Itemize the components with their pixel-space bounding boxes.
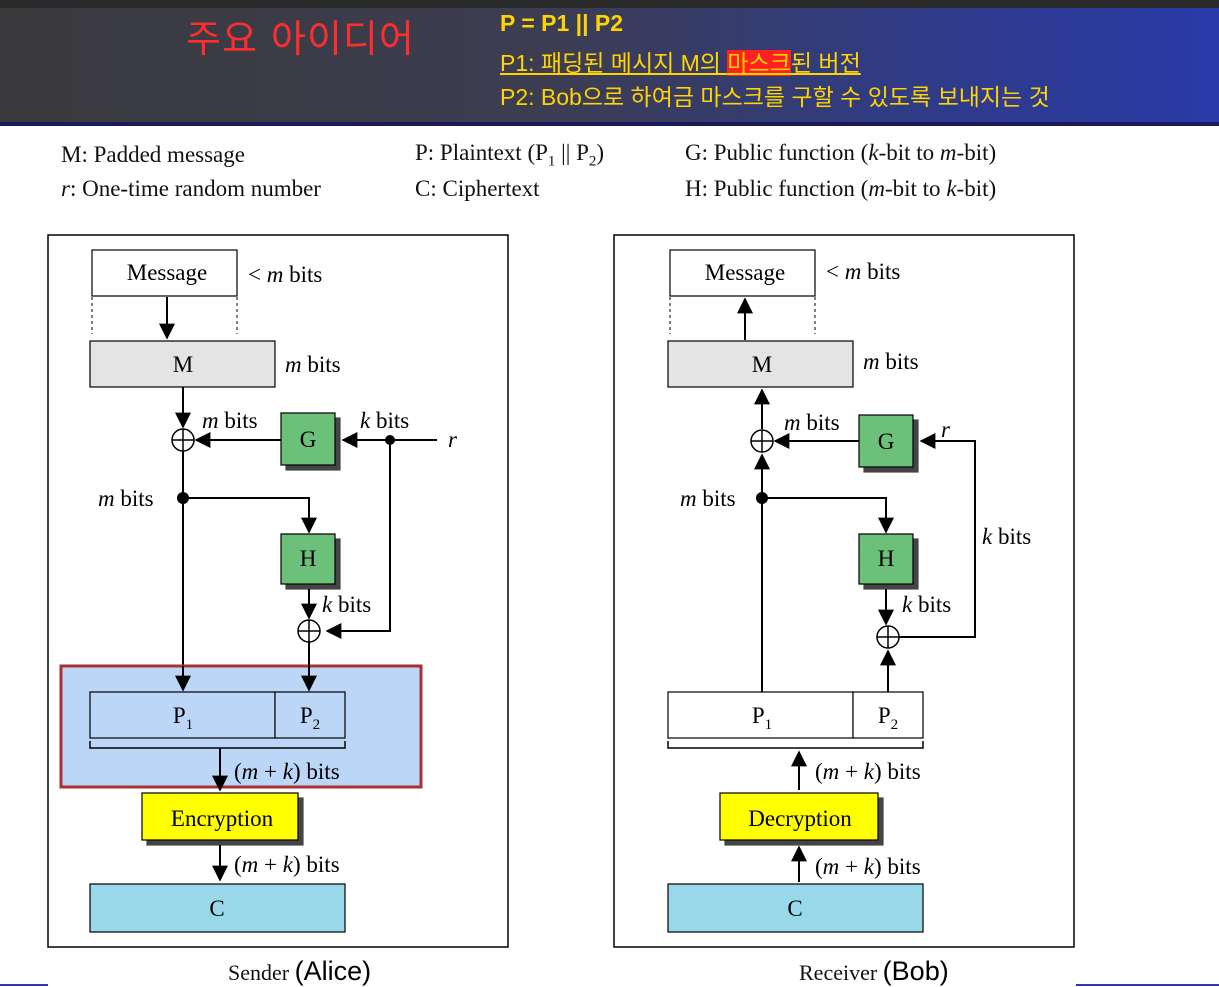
sender-h-label: H: [300, 546, 317, 571]
receiver-msg-size: < m bits: [826, 259, 900, 284]
sender-mk-bits-1: (m + k) bits: [234, 759, 340, 784]
receiver-decryption-label: Decryption: [748, 806, 852, 831]
receiver-h-out-bits: k bits: [902, 592, 951, 617]
receiver-c-label: C: [787, 896, 802, 921]
receiver-r-label: r: [941, 417, 951, 442]
receiver-mk-bits-1: (m + k) bits: [815, 759, 921, 784]
sender-footer: Sender (Alice): [228, 956, 371, 987]
sender-g-out-bits: m bits: [202, 408, 258, 433]
sender-encryption-label: Encryption: [171, 806, 274, 831]
receiver-mk-bits-2: (m + k) bits: [815, 854, 921, 879]
receiver-h-label: H: [878, 546, 895, 571]
oaep-diagram: Message < m bits M m bits m bits G k bit…: [47, 234, 1075, 948]
sender-c-label: C: [209, 896, 224, 921]
receiver-panel: Message < m bits M m bits m bits G r k b…: [613, 234, 1075, 948]
receiver-footer: Receiver (Bob): [799, 956, 949, 987]
receiver-g-out-bits: m bits: [784, 410, 840, 435]
sender-name: (Alice): [294, 956, 372, 986]
sender-masked-m-bits: m bits: [98, 486, 154, 511]
sender-g-label: G: [300, 427, 317, 452]
receiver-g-label: G: [878, 429, 895, 454]
sender-r-bits: k bits: [360, 408, 409, 433]
sender-message-label: Message: [127, 260, 207, 285]
sender-mk-bits-2: (m + k) bits: [234, 852, 340, 877]
sender-caption: Sender: [228, 960, 290, 985]
receiver-message-label: Message: [705, 260, 785, 285]
receiver-m-label: M: [752, 352, 772, 377]
sender-m-bits: m bits: [285, 352, 341, 377]
sender-h-out-bits: k bits: [322, 592, 371, 617]
sender-panel: Message < m bits M m bits m bits G k bit…: [47, 234, 509, 948]
receiver-m-bits: m bits: [863, 349, 919, 374]
sender-msg-size: < m bits: [248, 262, 322, 287]
receiver-masked-m-bits: m bits: [680, 486, 736, 511]
sender-r-label: r: [448, 427, 458, 452]
receiver-caption: Receiver: [799, 960, 878, 985]
receiver-name: (Bob): [882, 956, 949, 986]
footer-line-right: [1076, 984, 1219, 986]
sender-m-label: M: [173, 352, 193, 377]
footer-line-left: [0, 984, 48, 986]
receiver-k-bits-r: k bits: [982, 524, 1031, 549]
